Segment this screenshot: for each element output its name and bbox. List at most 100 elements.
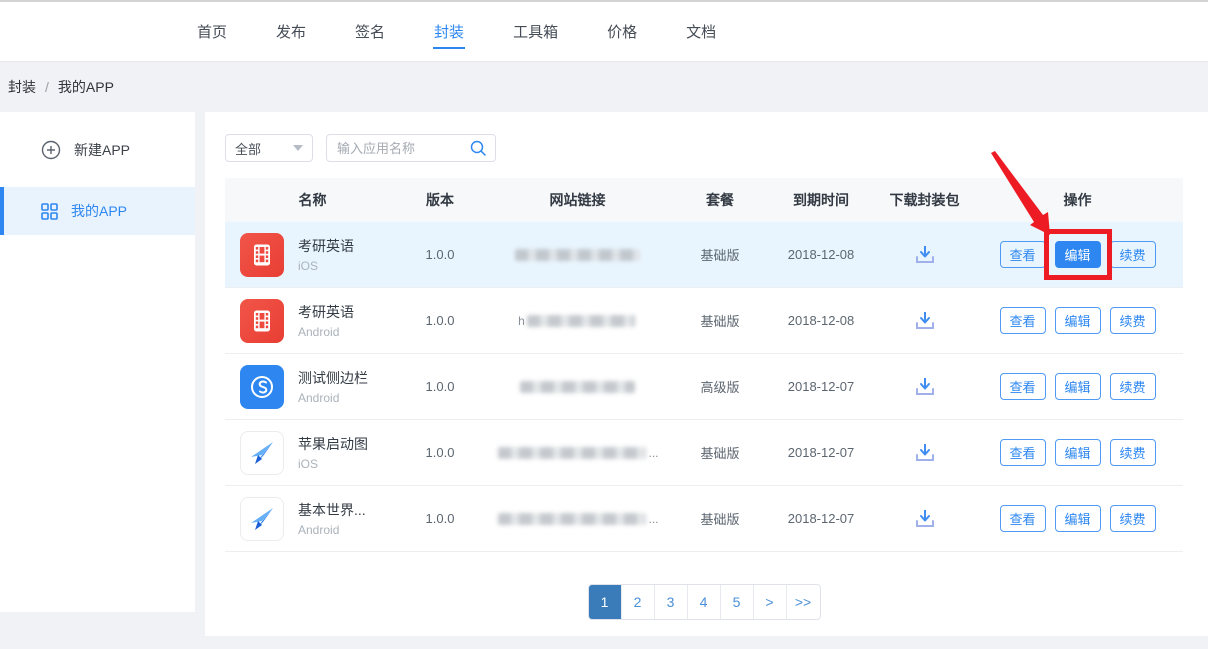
renew-button[interactable]: 续费 [1110, 307, 1156, 334]
column-header-url: 网站链接 [480, 178, 675, 222]
renew-button[interactable]: 续费 [1110, 241, 1156, 268]
nav-item[interactable]: 价格 [606, 2, 638, 61]
renew-button[interactable]: 续费 [1110, 505, 1156, 532]
sidebar-item-new-app[interactable]: 新建APP [0, 126, 195, 174]
sidebar-item-my-app[interactable]: 我的APP [0, 187, 195, 235]
url-visible-suffix: ... [648, 512, 658, 526]
view-button[interactable]: 查看 [1000, 505, 1046, 532]
table-row: 苹果启动图 iOS 1.0.0 ... 基础版 2018-12-07 查看 编辑… [225, 420, 1183, 486]
renew-button[interactable]: 续费 [1110, 439, 1156, 466]
page-button[interactable]: 4 [688, 585, 721, 619]
blurred-url [498, 447, 646, 459]
app-plan: 基础版 [675, 288, 765, 353]
app-expiry-date: 2018-12-07 [765, 420, 877, 485]
app-version: 1.0.0 [400, 420, 480, 485]
view-button[interactable]: 查看 [1000, 241, 1046, 268]
nav-item[interactable]: 封装 [433, 2, 465, 61]
column-header-expiry: 到期时间 [765, 178, 877, 222]
content-area: 新建APP 我的APP 全部 名称 版本 [0, 112, 1208, 636]
edit-button[interactable]: 编辑 [1055, 241, 1101, 268]
category-select-value: 全部 [235, 139, 261, 158]
app-name: 考研英语 [298, 236, 354, 256]
nav-item[interactable]: 签名 [354, 2, 386, 61]
actions-cell: 查看 编辑 续费 [972, 222, 1183, 287]
app-url-cell: ... [480, 420, 675, 485]
app-platform: Android [298, 325, 354, 339]
view-button[interactable]: 查看 [1000, 439, 1046, 466]
next-page-button[interactable]: > [754, 585, 787, 619]
app-url-cell: h [480, 288, 675, 353]
download-icon[interactable] [913, 244, 937, 266]
actions-cell: 查看 编辑 续费 [972, 288, 1183, 353]
sidebar: 新建APP 我的APP [0, 112, 195, 612]
actions-cell: 查看 编辑 续费 [972, 486, 1183, 551]
column-header-actions: 操作 [972, 178, 1183, 222]
app-expiry-date: 2018-12-07 [765, 354, 877, 419]
edit-button[interactable]: 编辑 [1055, 373, 1101, 400]
download-cell [877, 486, 972, 551]
column-header-download: 下载封装包 [877, 178, 972, 222]
blurred-url [527, 315, 635, 327]
url-visible-prefix: h [518, 314, 525, 328]
app-version: 1.0.0 [400, 222, 480, 287]
plus-circle-icon [41, 140, 61, 160]
grid-icon [41, 203, 58, 220]
app-platform: Android [298, 391, 368, 405]
last-page-button[interactable]: >> [787, 585, 820, 619]
app-table: 名称 版本 网站链接 套餐 到期时间 下载封装包 操作 考研英语 iOS 1.0… [225, 178, 1183, 552]
sidebar-item-label: 我的APP [71, 201, 127, 221]
category-select[interactable]: 全部 [225, 134, 313, 162]
nav-item[interactable]: 发布 [275, 2, 307, 61]
app-plan: 基础版 [675, 486, 765, 551]
nav-item[interactable]: 首页 [196, 2, 228, 61]
page-button[interactable]: 5 [721, 585, 754, 619]
app-name-cell: 测试侧边栏 Android [225, 354, 400, 419]
app-icon [240, 431, 284, 475]
app-name: 考研英语 [298, 302, 354, 322]
app-url-cell [480, 354, 675, 419]
column-header-name: 名称 [225, 178, 400, 222]
annotation-red-box: 编辑 [1044, 229, 1112, 280]
app-name-cell: 基本世界... Android [225, 486, 400, 551]
app-icon [240, 299, 284, 343]
edit-button[interactable]: 编辑 [1055, 439, 1101, 466]
view-button[interactable]: 查看 [1000, 307, 1046, 334]
app-name: 测试侧边栏 [298, 368, 368, 388]
page-button[interactable]: 1 [589, 585, 622, 619]
download-icon[interactable] [913, 442, 937, 464]
table-row: 考研英语 iOS 1.0.0 基础版 2018-12-08 查看 编辑 续费 [225, 222, 1183, 288]
app-name-cell: 考研英语 Android [225, 288, 400, 353]
top-nav: 首页发布签名封装工具箱价格文档 [0, 0, 1208, 62]
breadcrumb-section[interactable]: 封装 [8, 77, 36, 97]
download-icon[interactable] [913, 508, 937, 530]
search-box [326, 134, 496, 162]
download-cell [877, 420, 972, 485]
download-icon[interactable] [913, 376, 937, 398]
edit-button[interactable]: 编辑 [1055, 307, 1101, 334]
app-icon [240, 497, 284, 541]
nav-item[interactable]: 工具箱 [512, 2, 559, 61]
table-row: 考研英语 Android 1.0.0 h 基础版 2018-12-08 查看 编… [225, 288, 1183, 354]
edit-button[interactable]: 编辑 [1055, 505, 1101, 532]
app-plan: 基础版 [675, 420, 765, 485]
app-expiry-date: 2018-12-08 [765, 288, 877, 353]
nav-item[interactable]: 文档 [685, 2, 717, 61]
sidebar-item-label: 新建APP [74, 140, 130, 160]
search-input[interactable] [337, 141, 469, 156]
view-button[interactable]: 查看 [1000, 373, 1046, 400]
blurred-url [520, 381, 635, 393]
app-name: 基本世界... [298, 500, 366, 520]
url-visible-suffix: ... [648, 446, 658, 460]
app-url-cell [480, 222, 675, 287]
app-platform: iOS [298, 457, 368, 471]
blurred-url [498, 513, 646, 525]
page-button[interactable]: 2 [622, 585, 655, 619]
column-header-plan: 套餐 [675, 178, 765, 222]
app-plan: 高级版 [675, 354, 765, 419]
pagination: 12345>>> [588, 584, 821, 620]
breadcrumb-separator: / [45, 79, 49, 95]
download-icon[interactable] [913, 310, 937, 332]
search-icon[interactable] [469, 139, 487, 157]
renew-button[interactable]: 续费 [1110, 373, 1156, 400]
page-button[interactable]: 3 [655, 585, 688, 619]
